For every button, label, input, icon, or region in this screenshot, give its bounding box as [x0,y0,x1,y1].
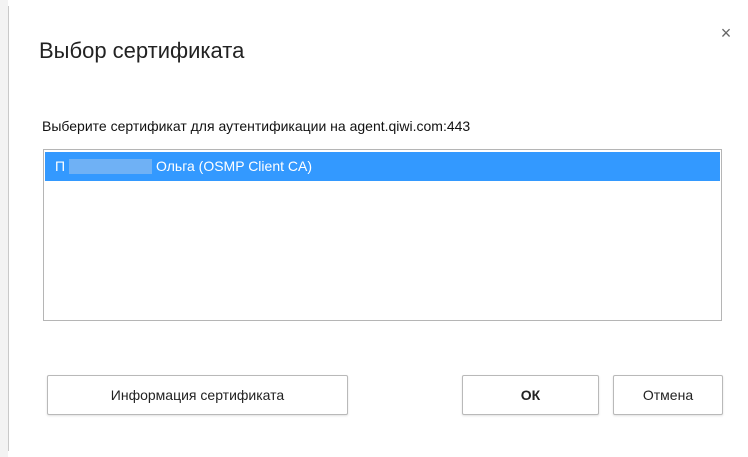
redacted-name-block [69,159,152,174]
certificate-name: Ольга (OSMP Client CA) [156,158,312,174]
dialog-title: Выбор сертификата [39,38,245,63]
certificate-list[interactable]: П Ольга (OSMP Client CA) [43,149,722,321]
page: × Выбор сертификата Выберите сертификат … [0,0,748,457]
certificate-owner-initial: П [55,158,66,174]
dialog-prompt: Выберите сертификат для аутентификации н… [42,118,471,134]
certificate-info-button[interactable]: Информация сертификата [47,375,348,415]
background-window [0,0,8,457]
close-icon[interactable]: × [715,22,737,44]
ok-button[interactable]: ОК [462,375,599,415]
list-item-certificate[interactable]: П Ольга (OSMP Client CA) [45,152,720,181]
cancel-button[interactable]: Отмена [613,375,723,415]
